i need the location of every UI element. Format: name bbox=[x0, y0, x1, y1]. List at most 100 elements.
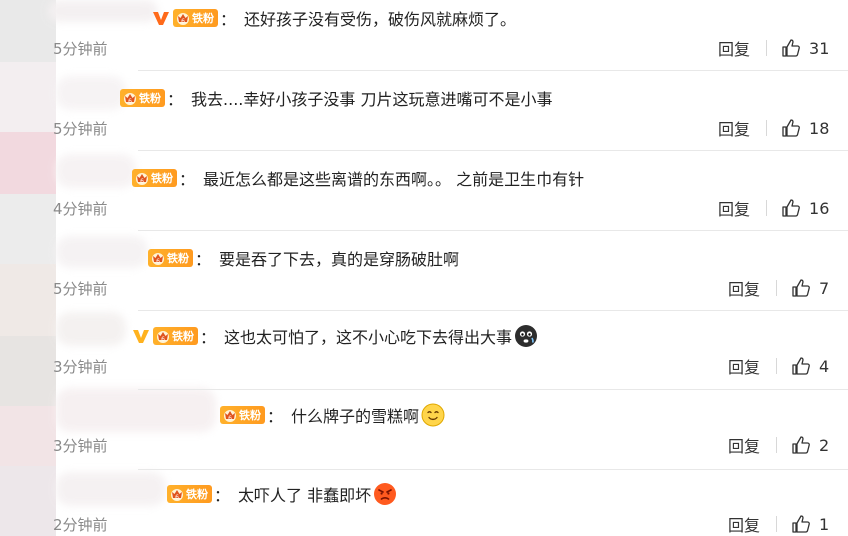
reply-button[interactable]: 回复 bbox=[728, 354, 760, 378]
thumbs-up-icon bbox=[782, 199, 800, 217]
comment-timestamp: 5分钟前 bbox=[53, 40, 108, 58]
vip-icon bbox=[132, 327, 150, 345]
fan-badge-label: 铁粉 bbox=[172, 330, 194, 343]
like-button[interactable]: 1 bbox=[791, 514, 829, 534]
action-separator bbox=[776, 358, 778, 374]
colon: ： bbox=[167, 90, 184, 109]
comment-divider bbox=[138, 150, 848, 151]
reply-button[interactable]: 回复 bbox=[718, 36, 750, 60]
comment-timestamp: 5分钟前 bbox=[53, 120, 108, 138]
comment-body: 6 铁粉 ： 最近怎么都是这些离谱的东西啊。。 之前是卫生巾有针 bbox=[132, 166, 584, 190]
svg-text:6: 6 bbox=[161, 336, 165, 343]
comment-item: 6 铁粉 ： 什么牌子的雪糕啊 3分钟前 回复 2 bbox=[0, 397, 848, 477]
comment-text: 这也太可怕了，这不小心吃下去得出大事 bbox=[224, 328, 513, 347]
fan-badge[interactable]: 6 铁粉 bbox=[167, 485, 212, 503]
comment-item: 6 铁粉 ： 最近怎么都是这些离谱的东西啊。。 之前是卫生巾有针 4分钟前 回复… bbox=[0, 160, 848, 240]
comment-divider bbox=[138, 70, 848, 71]
thumbs-up-icon bbox=[792, 279, 810, 297]
fan-badge[interactable]: 6 铁粉 bbox=[153, 327, 198, 345]
angry-face-emoji-icon bbox=[373, 482, 397, 506]
comment-actions: 回复 4 bbox=[728, 354, 829, 378]
comment-item: 6 铁粉 ： 还好孩子没有受伤，破伤风就麻烦了。 5分钟前 回复 31 bbox=[0, 0, 848, 80]
action-separator bbox=[766, 200, 768, 216]
comment-item: 6 铁粉 ： 这也太可怕了，这不小心吃下去得出大事 3分钟前 回复 4 bbox=[0, 318, 848, 398]
fan-badge[interactable]: 6 铁粉 bbox=[148, 249, 193, 267]
comment-body: 6 铁粉 ： 这也太可怕了，这不小心吃下去得出大事 bbox=[132, 324, 538, 348]
crown-icon: 6 bbox=[136, 173, 148, 185]
like-count: 1 bbox=[819, 514, 830, 534]
svg-text:6: 6 bbox=[175, 494, 179, 501]
fan-badge-label: 铁粉 bbox=[239, 409, 261, 422]
vip-icon bbox=[152, 9, 170, 27]
comment-text: 太吓人了 非蠢即坏 bbox=[238, 486, 372, 505]
crown-icon: 6 bbox=[177, 13, 189, 25]
reply-button[interactable]: 回复 bbox=[728, 512, 760, 536]
crown-icon: 6 bbox=[152, 253, 164, 265]
fan-badge[interactable]: 6 铁粉 bbox=[220, 406, 265, 424]
comment-timestamp: 2分钟前 bbox=[53, 516, 108, 534]
like-button[interactable]: 16 bbox=[781, 198, 829, 218]
fan-badge-label: 铁粉 bbox=[151, 172, 173, 185]
like-count: 4 bbox=[819, 356, 830, 376]
comment-divider bbox=[138, 469, 848, 470]
comment-text: 最近怎么都是这些离谱的东西啊。。 之前是卫生巾有针 bbox=[203, 170, 585, 189]
comment-item: 6 铁粉 ： 太吓人了 非蠢即坏 2分钟前 回复 1 bbox=[0, 476, 848, 536]
comment-item: 6 铁粉 ： 要是吞了下去，真的是穿肠破肚啊 5分钟前 回复 7 bbox=[0, 240, 848, 320]
comment-text: 我去....幸好小孩子没事 刀片这玩意进嘴可不是小事 bbox=[191, 90, 553, 109]
comment-divider bbox=[138, 230, 848, 231]
svg-text:6: 6 bbox=[140, 178, 144, 185]
reply-button[interactable]: 回复 bbox=[728, 276, 760, 300]
thumbs-up-icon bbox=[782, 119, 800, 137]
comment-text: 什么牌子的雪糕啊 bbox=[291, 407, 420, 426]
colon: ： bbox=[267, 407, 284, 426]
colon: ： bbox=[220, 10, 237, 29]
crown-icon: 6 bbox=[157, 331, 169, 343]
like-button[interactable]: 7 bbox=[791, 278, 829, 298]
like-button[interactable]: 31 bbox=[781, 38, 829, 58]
fan-badge-label: 铁粉 bbox=[186, 488, 208, 501]
svg-text:6: 6 bbox=[181, 18, 185, 25]
fan-badge[interactable]: 6 铁粉 bbox=[120, 89, 165, 107]
colon: ： bbox=[179, 170, 196, 189]
like-button[interactable]: 4 bbox=[791, 356, 829, 376]
comment-actions: 回复 18 bbox=[718, 116, 829, 140]
fan-badge[interactable]: 6 铁粉 bbox=[173, 9, 218, 27]
action-separator bbox=[766, 120, 768, 136]
comment-divider bbox=[138, 389, 848, 390]
smile-face-emoji-icon bbox=[421, 403, 445, 427]
reply-button[interactable]: 回复 bbox=[718, 196, 750, 220]
action-separator bbox=[776, 280, 778, 296]
fan-badge[interactable]: 6 铁粉 bbox=[132, 169, 177, 187]
thumbs-up-icon bbox=[792, 515, 810, 533]
comment-timestamp: 3分钟前 bbox=[53, 358, 108, 376]
fan-badge-label: 铁粉 bbox=[192, 12, 214, 25]
action-separator bbox=[776, 516, 778, 532]
action-separator bbox=[776, 437, 778, 453]
like-button[interactable]: 18 bbox=[781, 118, 829, 138]
colon: ： bbox=[195, 250, 212, 269]
comment-actions: 回复 2 bbox=[728, 433, 829, 457]
comment-text: 还好孩子没有受伤，破伤风就麻烦了。 bbox=[244, 10, 517, 29]
thumbs-up-icon bbox=[792, 436, 810, 454]
colon: ： bbox=[214, 486, 231, 505]
crown-icon: 6 bbox=[171, 489, 183, 501]
comment-divider bbox=[138, 310, 848, 311]
thumbs-up-icon bbox=[782, 39, 800, 57]
like-count: 16 bbox=[809, 198, 830, 218]
comment-actions: 回复 31 bbox=[718, 36, 829, 60]
action-separator bbox=[766, 40, 768, 56]
comment-actions: 回复 1 bbox=[728, 512, 829, 536]
svg-text:6: 6 bbox=[128, 98, 132, 105]
svg-text:6: 6 bbox=[228, 415, 232, 422]
comment-body: 6 铁粉 ： 什么牌子的雪糕啊 bbox=[220, 403, 445, 427]
comment-timestamp: 4分钟前 bbox=[53, 200, 108, 218]
comment-body: 6 铁粉 ： 我去....幸好小孩子没事 刀片这玩意进嘴可不是小事 bbox=[120, 86, 552, 110]
scared-face-emoji-icon bbox=[514, 324, 538, 348]
comment-body: 6 铁粉 ： 太吓人了 非蠢即坏 bbox=[167, 482, 397, 506]
fan-badge-label: 铁粉 bbox=[167, 252, 189, 265]
like-button[interactable]: 2 bbox=[791, 435, 829, 455]
reply-button[interactable]: 回复 bbox=[728, 433, 760, 457]
like-count: 2 bbox=[819, 435, 830, 455]
like-count: 7 bbox=[819, 278, 830, 298]
reply-button[interactable]: 回复 bbox=[718, 116, 750, 140]
